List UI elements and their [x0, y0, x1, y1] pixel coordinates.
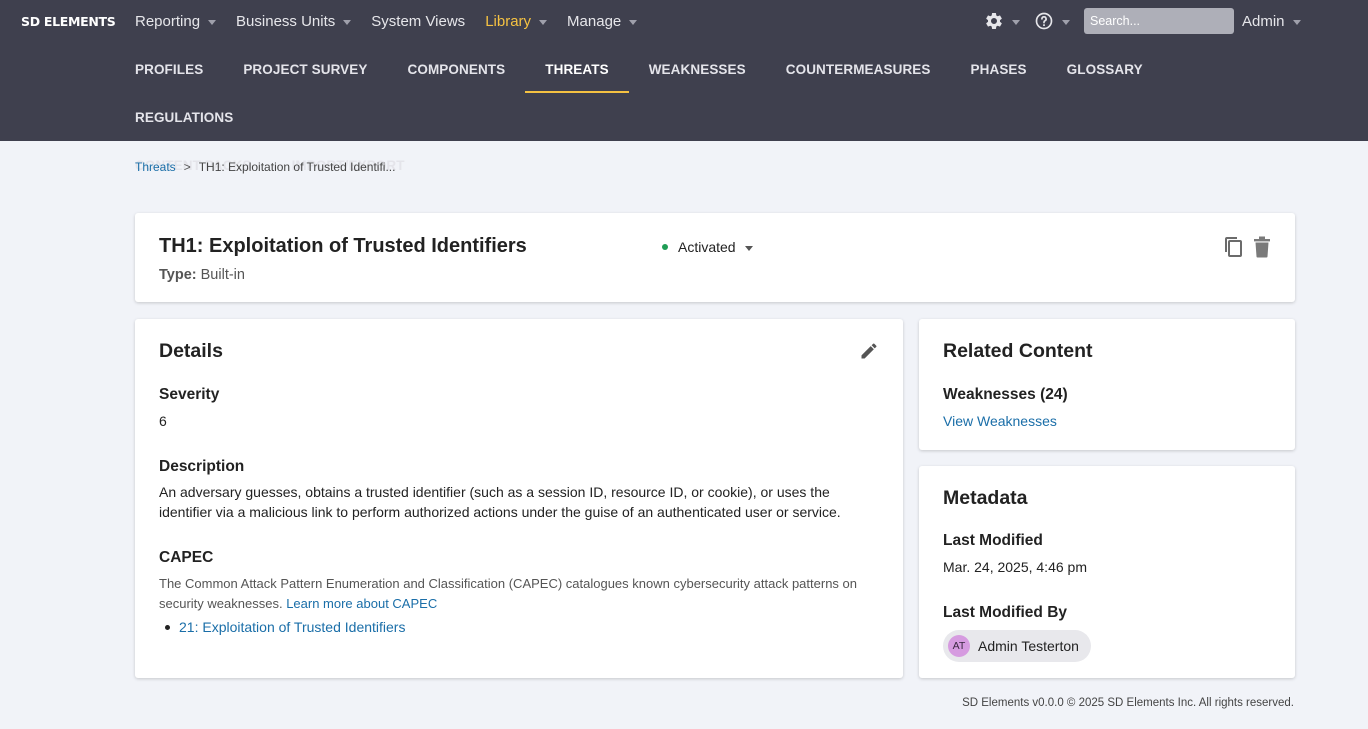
user-menu-label: Admin — [1242, 12, 1285, 30]
related-content-card: Related Content Weaknesses (24) View Wea… — [919, 319, 1295, 450]
nav-label: Library — [485, 12, 532, 30]
breadcrumb-current: TH1: Exploitation of Trusted Identifi... — [198, 160, 396, 174]
status-dropdown[interactable]: Activated — [662, 239, 753, 255]
brand-logo[interactable]: SD ELEMENTS — [21, 14, 116, 29]
tab-project-survey[interactable]: PROJECT SURVEY — [223, 45, 387, 93]
type-label: Type: — [159, 267, 197, 283]
delete-button[interactable] — [1253, 236, 1271, 263]
chevron-down-icon — [539, 19, 548, 25]
copy-button[interactable] — [1223, 235, 1245, 264]
help-menu[interactable] — [1034, 11, 1070, 31]
top-nav: Reporting Business Units System Views Li… — [135, 0, 657, 42]
capec-description: The Common Attack Pattern Enumeration an… — [159, 574, 879, 614]
description-label: Description — [159, 458, 245, 475]
nav-label: Reporting — [135, 12, 201, 30]
related-heading: Related Content — [943, 340, 1093, 362]
user-chip[interactable]: AT Admin Testerton — [943, 630, 1091, 662]
capec-item-link[interactable]: 21: Exploitation of Trusted Identifiers — [179, 619, 405, 635]
avatar: AT — [948, 635, 970, 657]
chevron-down-icon — [744, 245, 753, 251]
nav-system-views[interactable]: System Views — [371, 13, 465, 30]
gear-icon — [986, 12, 1002, 29]
settings-menu[interactable] — [984, 11, 1020, 31]
title-actions — [1215, 235, 1271, 264]
description-text: An adversary guesses, obtains a trusted … — [159, 484, 841, 520]
threat-type: Type: Built-in — [159, 267, 245, 283]
view-weaknesses-link[interactable]: View Weaknesses — [943, 413, 1057, 429]
chevron-down-icon — [629, 19, 638, 25]
header-actions: Admin — [984, 0, 1301, 42]
breadcrumb-separator: > — [183, 160, 191, 174]
search-input[interactable] — [1084, 8, 1234, 34]
nav-reporting[interactable]: Reporting — [135, 12, 217, 30]
app-header: SD ELEMENTS Reporting Business Units Sys… — [0, 0, 1368, 173]
user-menu[interactable]: Admin — [1242, 13, 1301, 30]
chevron-down-icon — [1062, 19, 1070, 25]
weaknesses-count-label: Weaknesses (24) — [943, 386, 1068, 403]
nav-label: Business Units — [236, 12, 336, 30]
threat-title-card: TH1: Exploitation of Trusted Identifiers… — [135, 213, 1295, 302]
edit-pencil-icon — [861, 343, 877, 359]
trash-icon — [1254, 236, 1270, 258]
nav-label: System Views — [371, 12, 466, 30]
chevron-down-icon — [208, 19, 217, 25]
nav-business-units[interactable]: Business Units — [236, 12, 352, 30]
nav-label: Manage — [567, 12, 622, 30]
help-icon — [1035, 12, 1053, 30]
breadcrumb-threats-link[interactable]: Threats — [135, 160, 176, 174]
metadata-card: Metadata Last Modified Mar. 24, 2025, 4:… — [919, 466, 1295, 678]
status-label: Activated — [678, 239, 736, 255]
user-name: Admin Testerton — [978, 638, 1079, 654]
details-heading: Details — [159, 340, 223, 362]
chevron-down-icon — [1012, 19, 1020, 25]
details-card: Details Severity 6 Description An advers… — [135, 319, 903, 678]
metadata-heading: Metadata — [943, 487, 1028, 509]
last-modified-by-label: Last Modified By — [943, 604, 1068, 621]
status-dot — [662, 244, 668, 250]
tab-phases[interactable]: PHASES — [951, 45, 1047, 93]
nav-library[interactable]: Library — [485, 12, 548, 30]
severity-label: Severity — [159, 386, 220, 403]
tab-components[interactable]: COMPONENTS — [388, 45, 526, 93]
edit-button[interactable] — [859, 341, 879, 366]
type-value: Built-in — [200, 267, 245, 283]
chevron-down-icon — [343, 19, 352, 25]
tab-countermeasures[interactable]: COUNTERMEASURES — [766, 45, 951, 93]
capec-label: CAPEC — [159, 549, 214, 566]
capec-learn-more-link[interactable]: Learn more about CAPEC — [286, 596, 437, 611]
tab-glossary[interactable]: GLOSSARY — [1047, 45, 1163, 93]
list-item: 21: Exploitation of Trusted Identifiers — [165, 619, 405, 635]
tab-threats[interactable]: THREATS — [525, 45, 630, 93]
breadcrumb: Threats > TH1: Exploitation of Trusted I… — [135, 160, 395, 174]
last-modified-label: Last Modified — [943, 532, 1043, 549]
tab-profiles[interactable]: PROFILES — [115, 45, 223, 93]
severity-value: 6 — [159, 413, 167, 429]
tab-weaknesses[interactable]: WEAKNESSES — [629, 45, 766, 93]
footer-copyright: SD Elements v0.0.0 © 2025 SD Elements In… — [962, 697, 1294, 709]
nav-manage[interactable]: Manage — [567, 12, 638, 30]
page-title: TH1: Exploitation of Trusted Identifiers — [159, 235, 527, 257]
tab-regulations[interactable]: REGULATIONS — [115, 93, 253, 141]
last-modified-value: Mar. 24, 2025, 4:46 pm — [943, 559, 1087, 575]
chevron-down-icon — [1292, 19, 1301, 25]
capec-text: The Common Attack Pattern Enumeration an… — [159, 576, 857, 611]
bullet-dot — [165, 624, 170, 630]
copy-icon — [1225, 237, 1242, 257]
